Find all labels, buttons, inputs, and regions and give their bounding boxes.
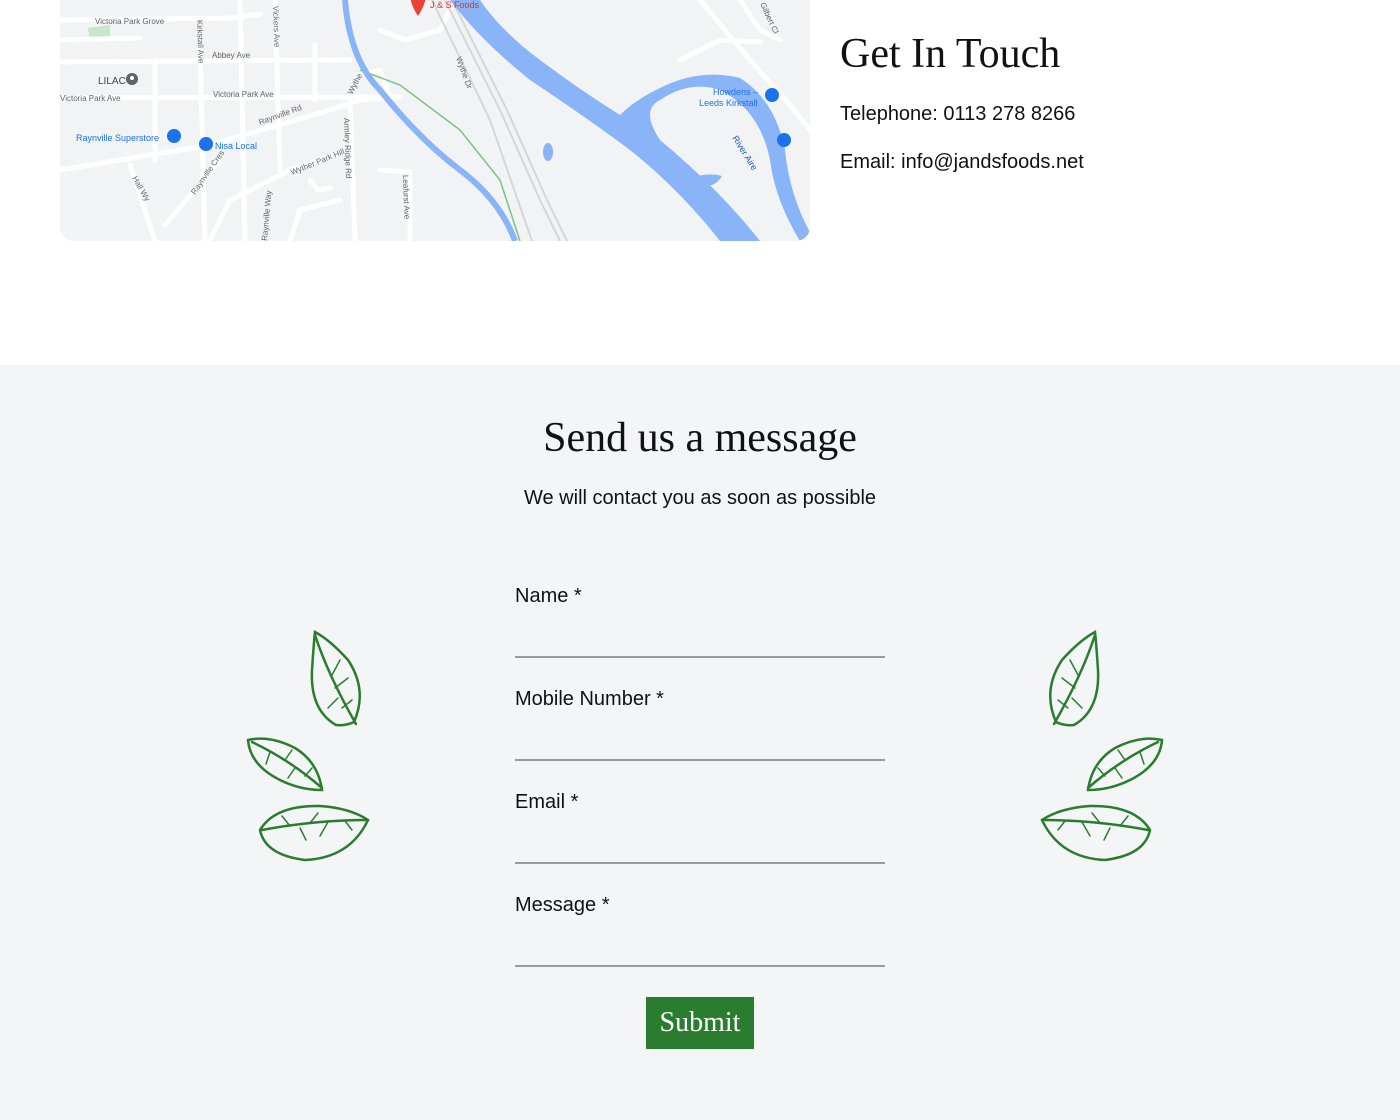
- contact-info: Get In Touch Telephone: 0113 278 8266 Em…: [840, 30, 1084, 174]
- message-title: Send us a message: [543, 415, 857, 461]
- map-label: Vickers Ave: [271, 6, 281, 48]
- leaves-decoration-right-icon: [1040, 630, 1164, 862]
- leaf-bottom-icon: [258, 804, 370, 862]
- map-pin-label: J & S Foods: [430, 0, 480, 10]
- map-label: Raynville Superstore: [76, 133, 159, 143]
- leaf-bottom-icon: [1040, 804, 1152, 862]
- leaf-vein-icon: [1040, 818, 1150, 832]
- poi-pin-dot-icon: [130, 76, 134, 80]
- map-label: Leafurst Ave: [401, 175, 412, 220]
- name-input[interactable]: [515, 618, 885, 658]
- pond-small: [543, 143, 553, 161]
- shopping-icon[interactable]: [167, 129, 181, 143]
- leaves-decoration-left-icon: [246, 630, 370, 862]
- message-section: Send us a message We will contact you as…: [0, 365, 1400, 1120]
- map-embed[interactable]: Victoria Park Grove Kirkstall Ave Vicker…: [60, 0, 810, 241]
- map-label: Victoria Park Ave: [60, 94, 121, 103]
- contact-form: Name * Mobile Number * Email * Message *: [515, 584, 885, 996]
- map-label: LILAC: [98, 76, 126, 87]
- message-label: Message *: [515, 894, 610, 916]
- map-label: Victoria Park Ave: [213, 90, 274, 99]
- leaf-vein-icon: [260, 818, 370, 832]
- map-canvas[interactable]: Victoria Park Grove Kirkstall Ave Vicker…: [60, 0, 810, 241]
- shopping-icon[interactable]: [199, 137, 213, 151]
- telephone-text[interactable]: Telephone: 0113 278 8266: [840, 102, 1084, 126]
- email-field-group: Email *: [515, 790, 885, 893]
- mobile-number-label: Mobile Number *: [515, 688, 664, 710]
- contact-heading: Get In Touch: [840, 31, 1061, 77]
- message-field-group: Message *: [515, 893, 885, 996]
- mobile-number-input[interactable]: [515, 721, 885, 761]
- email-text[interactable]: Email: info@jandsfoods.net: [840, 150, 1084, 174]
- shopping-icon[interactable]: [765, 88, 779, 102]
- email-label: Email *: [515, 791, 579, 813]
- mobile-field-group: Mobile Number *: [515, 687, 885, 790]
- map-label: Victoria Park Grove: [95, 17, 165, 26]
- submit-button[interactable]: Submit: [646, 997, 754, 1049]
- map-label: Abbey Ave: [212, 51, 251, 60]
- message-input[interactable]: [515, 927, 885, 967]
- shopping-icon[interactable]: [777, 133, 791, 147]
- name-label: Name *: [515, 585, 582, 607]
- message-subtitle: We will contact you as soon as possible: [523, 487, 877, 509]
- map-label: Leeds Kirkstall: [699, 98, 758, 108]
- map-label: Kirkstall Ave: [195, 20, 206, 64]
- name-field-group: Name *: [515, 584, 885, 687]
- location-section: Victoria Park Grove Kirkstall Ave Vicker…: [0, 0, 1400, 365]
- email-input[interactable]: [515, 824, 885, 864]
- map-label: Howdens –: [713, 87, 758, 97]
- map-label: Nisa Local: [215, 141, 257, 151]
